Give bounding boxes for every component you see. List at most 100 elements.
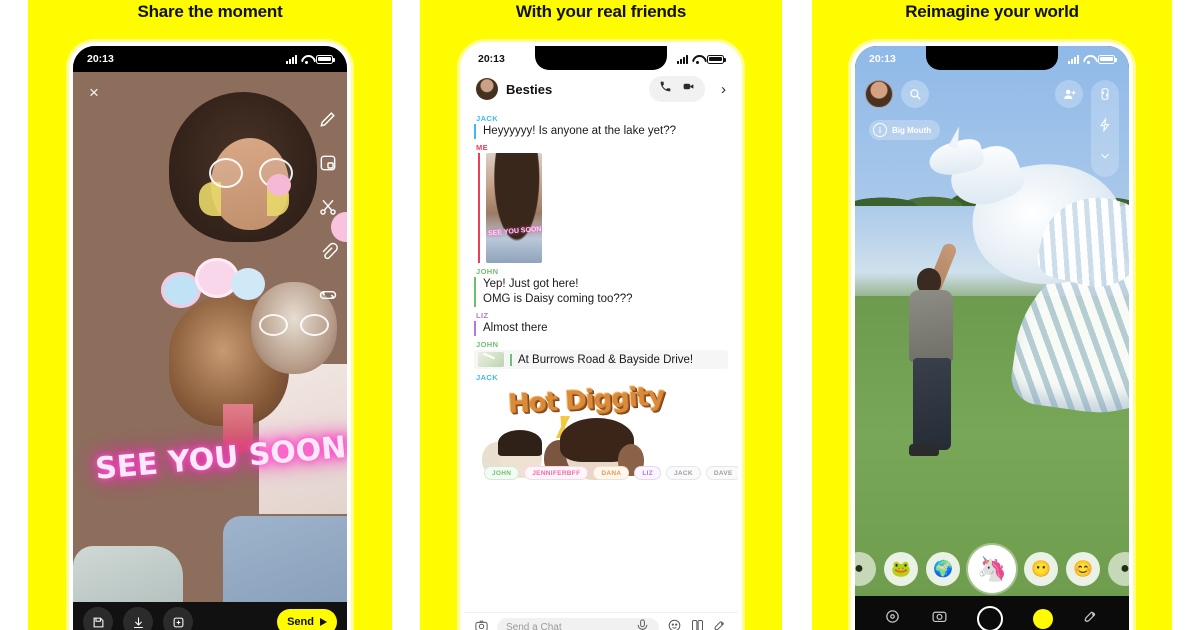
message-sender: LIZ [476,311,489,320]
chat-screen: 20:13 Besties › JACK Heyyyyyy! Is anyone… [464,46,738,630]
scene-person-legs [913,358,951,450]
close-icon[interactable]: × [89,84,99,101]
paperclip-tool-icon[interactable] [317,240,339,262]
name-chip[interactable]: LIZ [634,466,661,480]
snap-thumbnail-caption: SEE YOU SOON! [487,225,542,238]
lens-thumb-smiley[interactable]: 😶 [1024,552,1058,586]
search-icon[interactable] [901,80,929,108]
chat-title: Besties [506,81,553,97]
lens-name-badge[interactable]: i Big Mouth [869,120,941,140]
save-snap-icon[interactable] [83,607,113,630]
profile-avatar[interactable] [865,80,893,108]
bitmoji-icon[interactable] [667,618,682,630]
lens-thumb-flower-face[interactable]: 😊 [1066,552,1100,586]
microphone-icon[interactable] [635,618,650,630]
message-sender: ME [476,143,489,152]
bitmoji-2-hair [498,430,542,456]
ar-camera-view: 20:13 i Big Mouth ● 🐸 🌍 🦄 😶 😊 ● [855,46,1129,630]
phone-screen-1: 20:13 × SEE YOU SOON! Send [73,46,347,630]
chat-input-bar: Send a Chat [464,612,738,630]
avatar[interactable] [476,78,498,100]
status-time: 20:13 [87,53,114,65]
panel-1-caption: Share the moment [137,2,283,21]
panel-share-the-moment: Share the moment 20:13 × SEE YOU SOON! S… [28,0,392,630]
pen-tool-icon[interactable] [317,108,339,130]
phone-notch [535,46,667,70]
phone-screen-2: 20:13 Besties › JACK Heyyyyyy! Is anyone… [464,46,738,630]
scene-person-shoe [909,444,939,456]
snap-thumbnail-image: SEE YOU SOON! [486,153,542,263]
chat-message-line: OMG is Daisy coming too??? [483,293,633,305]
lens-thumb-frog[interactable]: 🐸 [884,552,918,586]
wifi-icon [692,55,703,64]
add-friend-icon[interactable] [1055,80,1083,108]
battery-icon [1098,54,1117,64]
map-thumbnail-icon [478,352,504,367]
chat-location-text: At Burrows Road & Bayside Drive! [510,353,693,366]
sticker-title-text: Hot Diggity [507,381,665,420]
stickers-icon[interactable] [690,618,705,630]
camera-icon[interactable] [474,618,489,630]
download-icon[interactable] [123,607,153,630]
send-button-label: Send [287,616,314,628]
send-arrow-icon [320,618,327,626]
name-chip[interactable]: DANA [593,466,630,480]
ar-top-left-controls [865,80,929,108]
bitmoji-group: JOHN JENNIFERBFF DANA LIZ JACK DAVE [478,416,738,480]
sticker-tool-icon[interactable] [317,152,339,174]
promo-stage: Share the moment 20:13 × SEE YOU SOON! S… [0,0,1200,630]
ar-camera-options [1091,80,1119,177]
add-to-story-icon[interactable] [163,607,193,630]
phone-frame-2: 20:13 Besties › JACK Heyyyyyy! Is anyone… [460,42,742,630]
chat-input-placeholder: Send a Chat [506,622,562,630]
name-chip[interactable]: DAVE [705,466,738,480]
battery-icon [316,54,335,64]
video-camera-icon[interactable] [682,80,695,98]
scene-person-body [909,290,953,362]
chevron-right-icon[interactable]: › [721,81,726,98]
chevron-down-icon[interactable] [1098,149,1112,168]
chat-sticker-message[interactable]: Hot Diggity JOHN JENNIFERBFF DANA LIZ JA… [478,382,738,492]
flip-camera-icon[interactable] [1098,87,1112,106]
phone-call-icon[interactable] [659,80,672,98]
status-indicators [286,54,335,64]
memories-icon[interactable] [931,608,948,630]
spotlight-icon[interactable] [1083,608,1100,630]
battery-icon [707,54,726,64]
phone-frame-3: 20:13 i Big Mouth ● 🐸 🌍 🦄 😶 😊 ● [851,42,1133,630]
ar-top-right-controls [1055,80,1119,177]
lens-explorer-icon[interactable] [884,608,901,630]
chat-message-text: Yep! Just got here! OMG is Daisy coming … [474,277,728,307]
photo-flower-5 [267,174,291,196]
snap-photo [73,46,347,630]
panel-3-caption: Reimagine your world [905,2,1079,21]
loop-tool-icon[interactable] [317,284,339,306]
name-chip[interactable]: JOHN [484,466,520,480]
chat-header-actions [649,76,705,102]
name-chip[interactable]: JENNIFERBFF [524,466,589,480]
name-chip[interactable]: JACK [666,466,701,480]
scissors-tool-icon[interactable] [317,196,339,218]
status-time: 20:13 [869,53,896,65]
send-button[interactable]: Send [277,609,337,630]
chat-location-message[interactable]: At Burrows Road & Bayside Drive! [474,350,728,369]
wifi-icon [301,55,312,64]
wifi-icon [1083,55,1094,64]
chat-message-line: Yep! Just got here! [483,278,579,290]
lens-thumb-world[interactable]: 🌍 [926,552,960,586]
snapcode-icon[interactable] [1033,609,1054,629]
lens-thumb-pegasus[interactable]: 🦄 [968,545,1016,593]
friend-name-chips: JOHN JENNIFERBFF DANA LIZ JACK DAVE [484,466,738,480]
message-sender: JOHN [476,267,499,276]
lens-thumb-edge-right[interactable]: ● [1108,552,1129,586]
status-time: 20:13 [478,53,505,65]
panel-2-caption: With your real friends [515,2,687,21]
lens-thumb-edge-left[interactable]: ● [855,552,876,586]
shutter-button[interactable] [977,606,1004,630]
lens-carousel[interactable]: ● 🐸 🌍 🦄 😶 😊 ● [855,542,1129,596]
flash-icon[interactable] [1098,117,1112,137]
rocket-icon[interactable] [713,618,728,630]
chat-input-field[interactable]: Send a Chat [497,617,659,630]
chat-snap-thumbnail[interactable]: SEE YOU SOON! [478,153,542,263]
chat-message-list[interactable]: JACK Heyyyyyy! Is anyone at the lake yet… [464,106,738,612]
